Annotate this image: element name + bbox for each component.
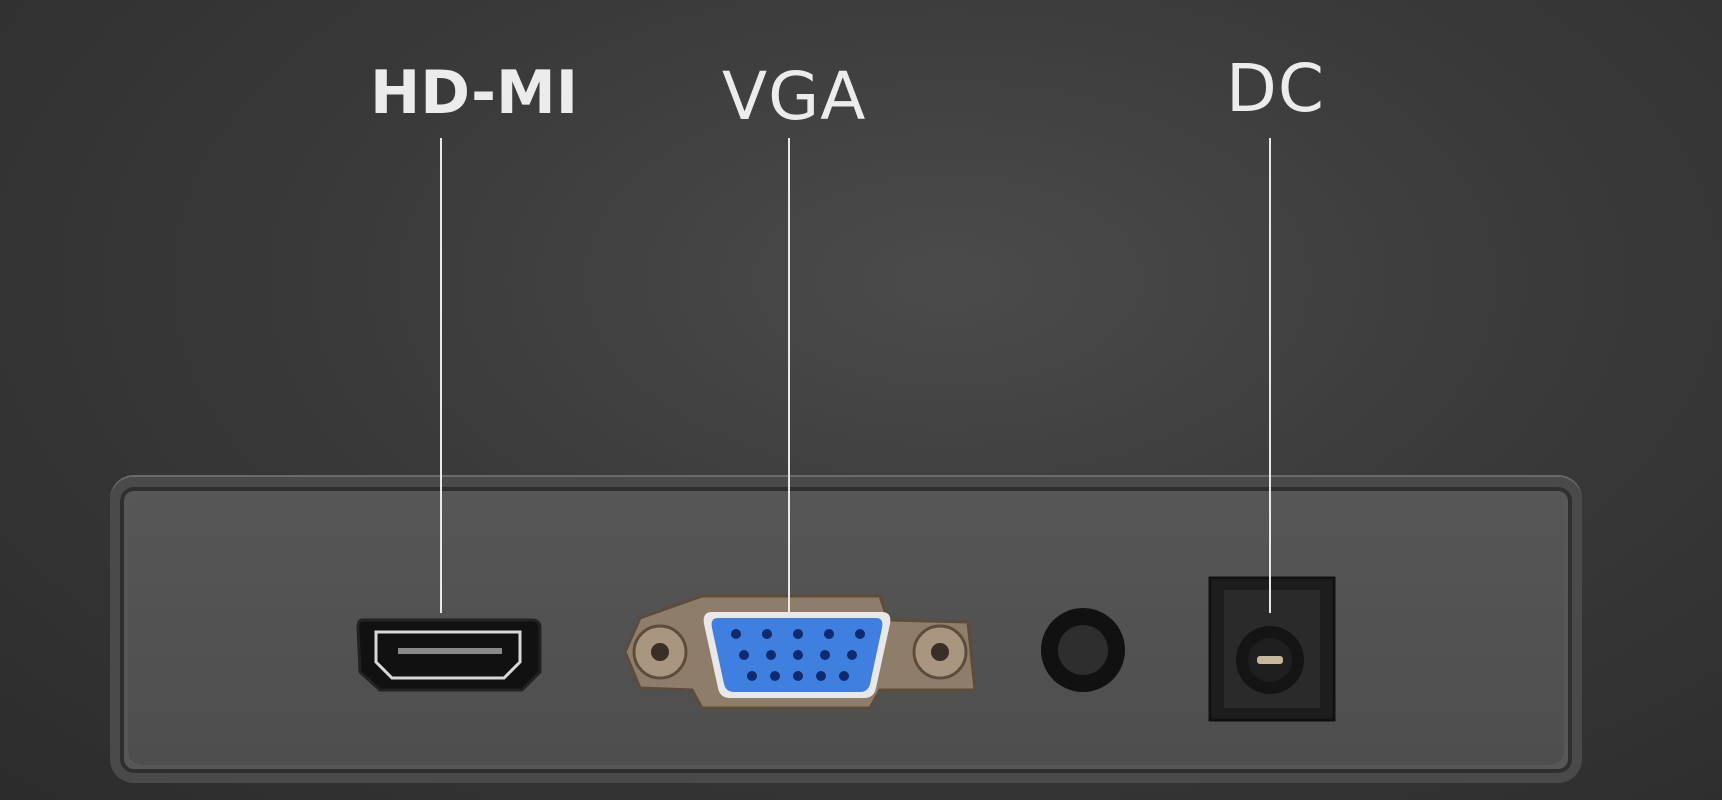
vga-pin [793,629,803,639]
vga-pin [762,629,772,639]
hdmi-leader-line [440,138,442,613]
ports-illustration [356,576,1336,722]
dc-leader-line [1269,138,1271,613]
vga-pin [816,671,826,681]
vga-pin [739,650,749,660]
vga-pin [793,671,803,681]
vga-pin [855,629,865,639]
vga-pin [766,650,776,660]
vga-pin [770,671,780,681]
hdmi-port [356,618,542,692]
vga-leader-line [788,138,790,613]
vga-pin [731,629,741,639]
vga-pin [747,671,757,681]
vga-pin [824,629,834,639]
vga-pin [820,650,830,660]
dc-power-port [1208,576,1336,722]
vga-pin [847,650,857,660]
vga-pin [793,650,803,660]
vga-pin [839,671,849,681]
audio-jack [1041,608,1125,692]
